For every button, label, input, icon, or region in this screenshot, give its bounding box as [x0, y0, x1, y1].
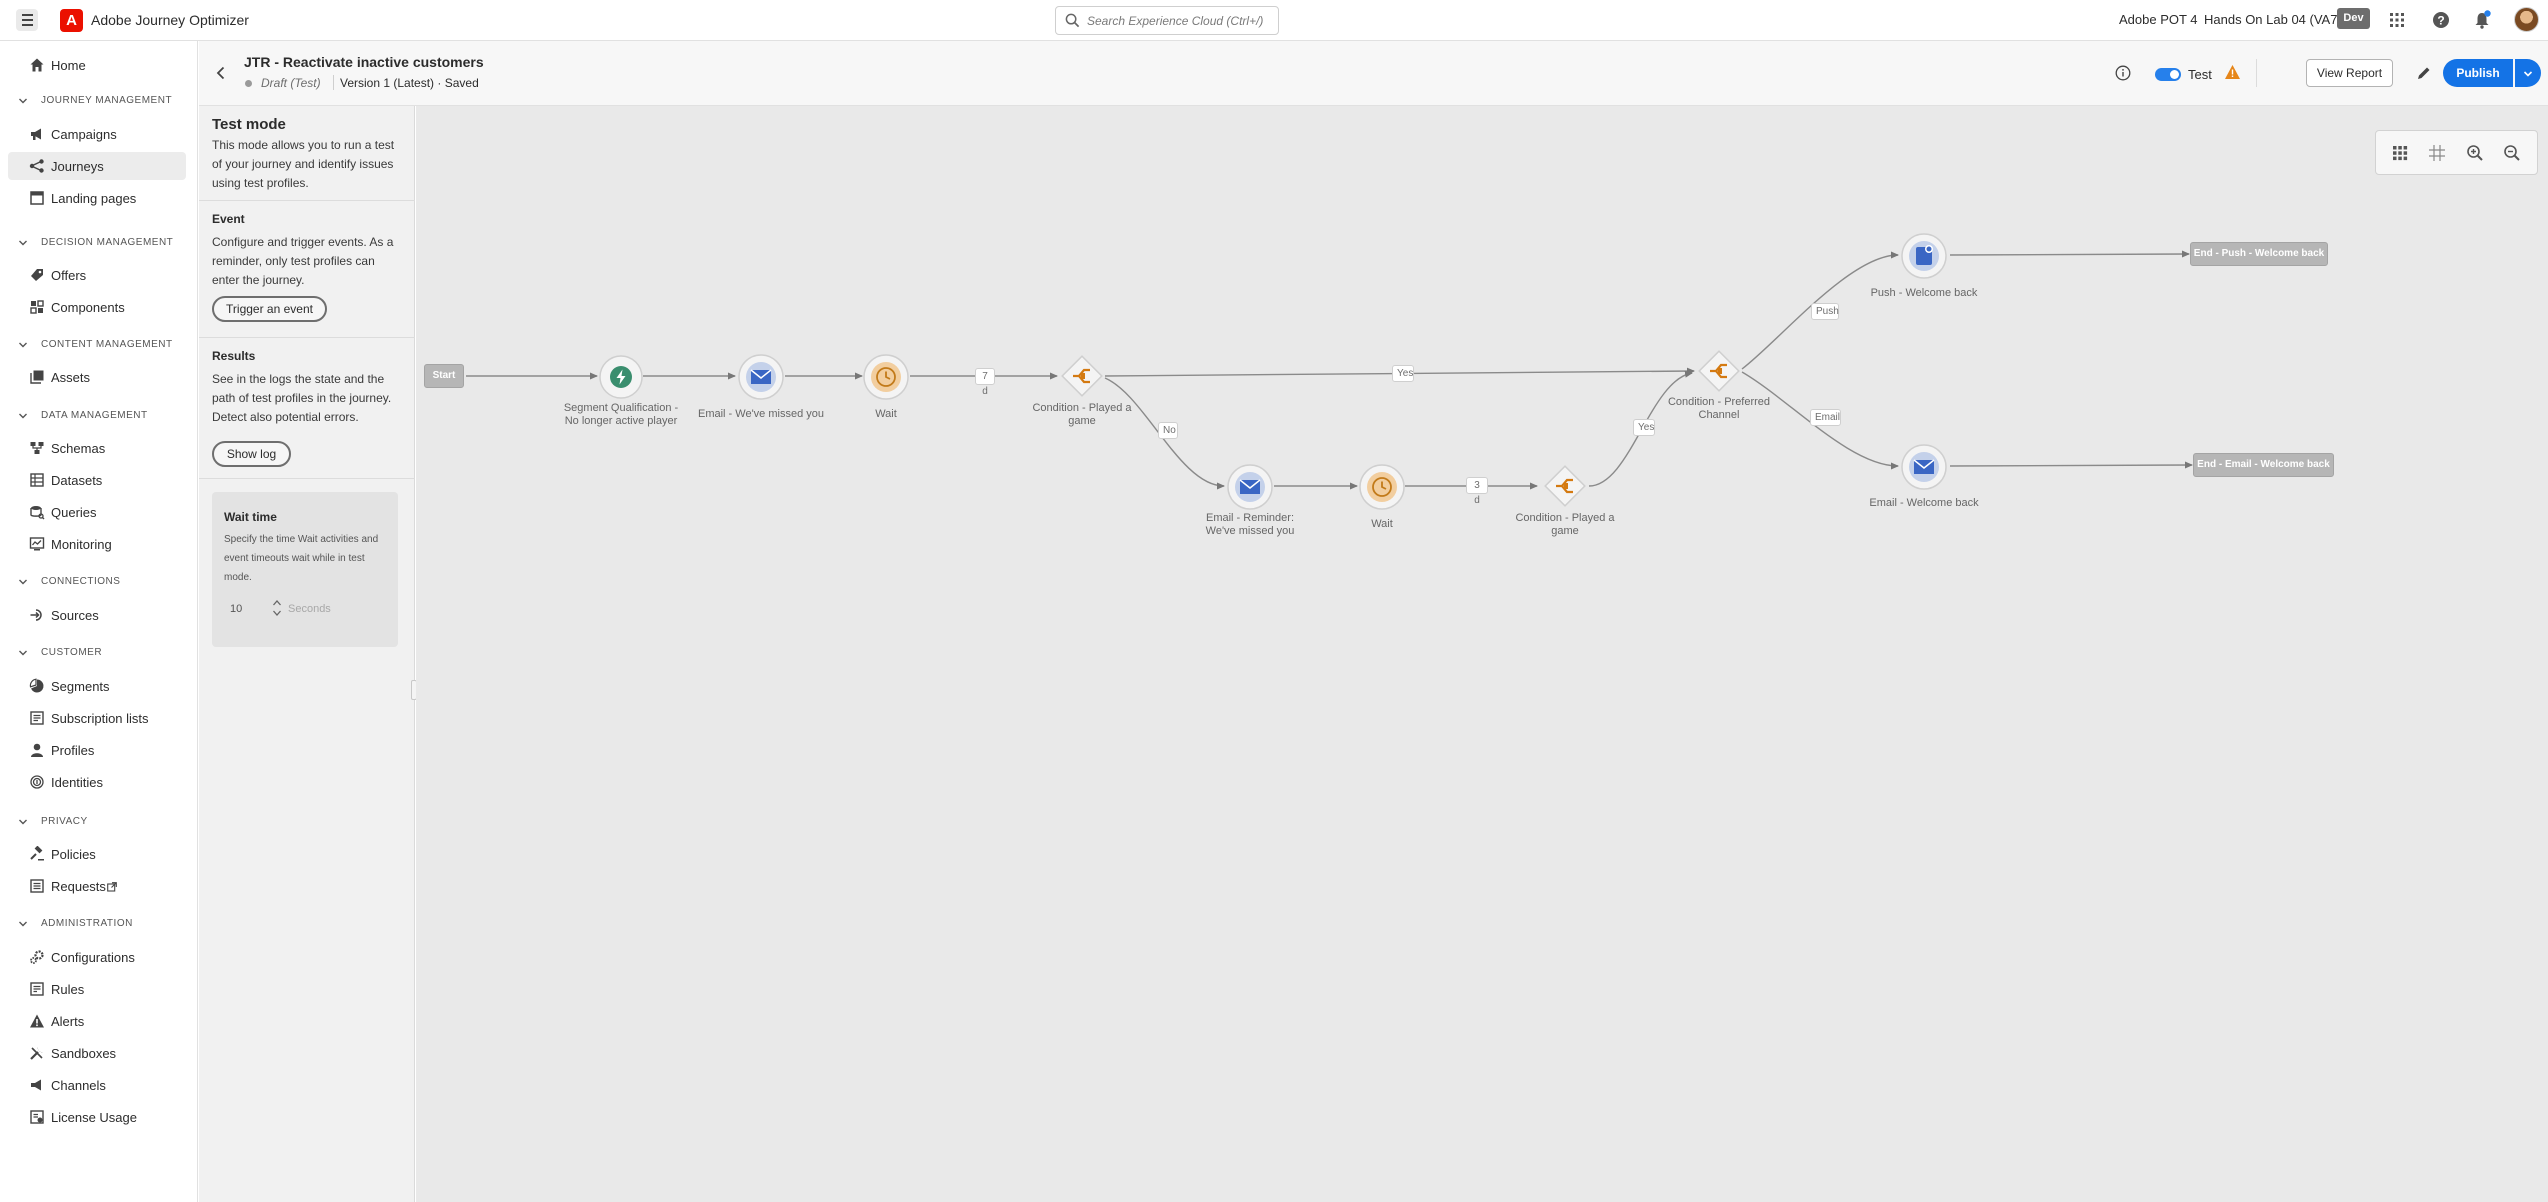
start-node[interactable]: Start [424, 364, 464, 388]
condition-node[interactable] [1059, 353, 1105, 399]
edge-label-no: No [1158, 422, 1178, 439]
edge-label-yes: Yes [1392, 365, 1414, 382]
edge-label-yes: Yes [1633, 419, 1655, 436]
push-node[interactable] [1900, 232, 1948, 280]
email-node[interactable] [737, 353, 785, 401]
end-node-email[interactable]: End - Email - Welcome back [2193, 453, 2334, 477]
edge-label-push: Push [1811, 303, 1839, 320]
edge-label-email: Email [1810, 409, 1841, 426]
email-node[interactable] [1226, 463, 1274, 511]
condition-node[interactable] [1542, 463, 1588, 509]
journey-flow-connectors [466, 250, 2193, 490]
node-label: Email - We've missed you [698, 408, 824, 420]
node-label: Wait [1371, 518, 1393, 530]
node-label: Email - Reminder: We've missed you [1205, 512, 1295, 537]
node-label: Condition - Played a game [1515, 512, 1615, 537]
wait-node[interactable] [1358, 463, 1406, 511]
node-label: Condition - Preferred Channel [1667, 396, 1771, 421]
node-label: Push - Welcome back [1870, 287, 1978, 299]
edge-label-wait-duration: 7 d [975, 368, 995, 397]
email-node[interactable] [1900, 443, 1948, 491]
end-node-push[interactable]: End - Push - Welcome back [2190, 242, 2328, 266]
edge-label-wait-duration: 3 d [1466, 477, 1488, 506]
node-label: Wait [875, 408, 897, 420]
node-label: Condition - Played a game [1032, 402, 1132, 427]
segment-qualification-node[interactable] [598, 354, 644, 400]
condition-node[interactable] [1696, 348, 1742, 394]
wait-node[interactable] [862, 353, 910, 401]
node-label: Segment Qualification - No longer active… [563, 402, 679, 427]
node-label: Email - Welcome back [1869, 497, 1979, 509]
